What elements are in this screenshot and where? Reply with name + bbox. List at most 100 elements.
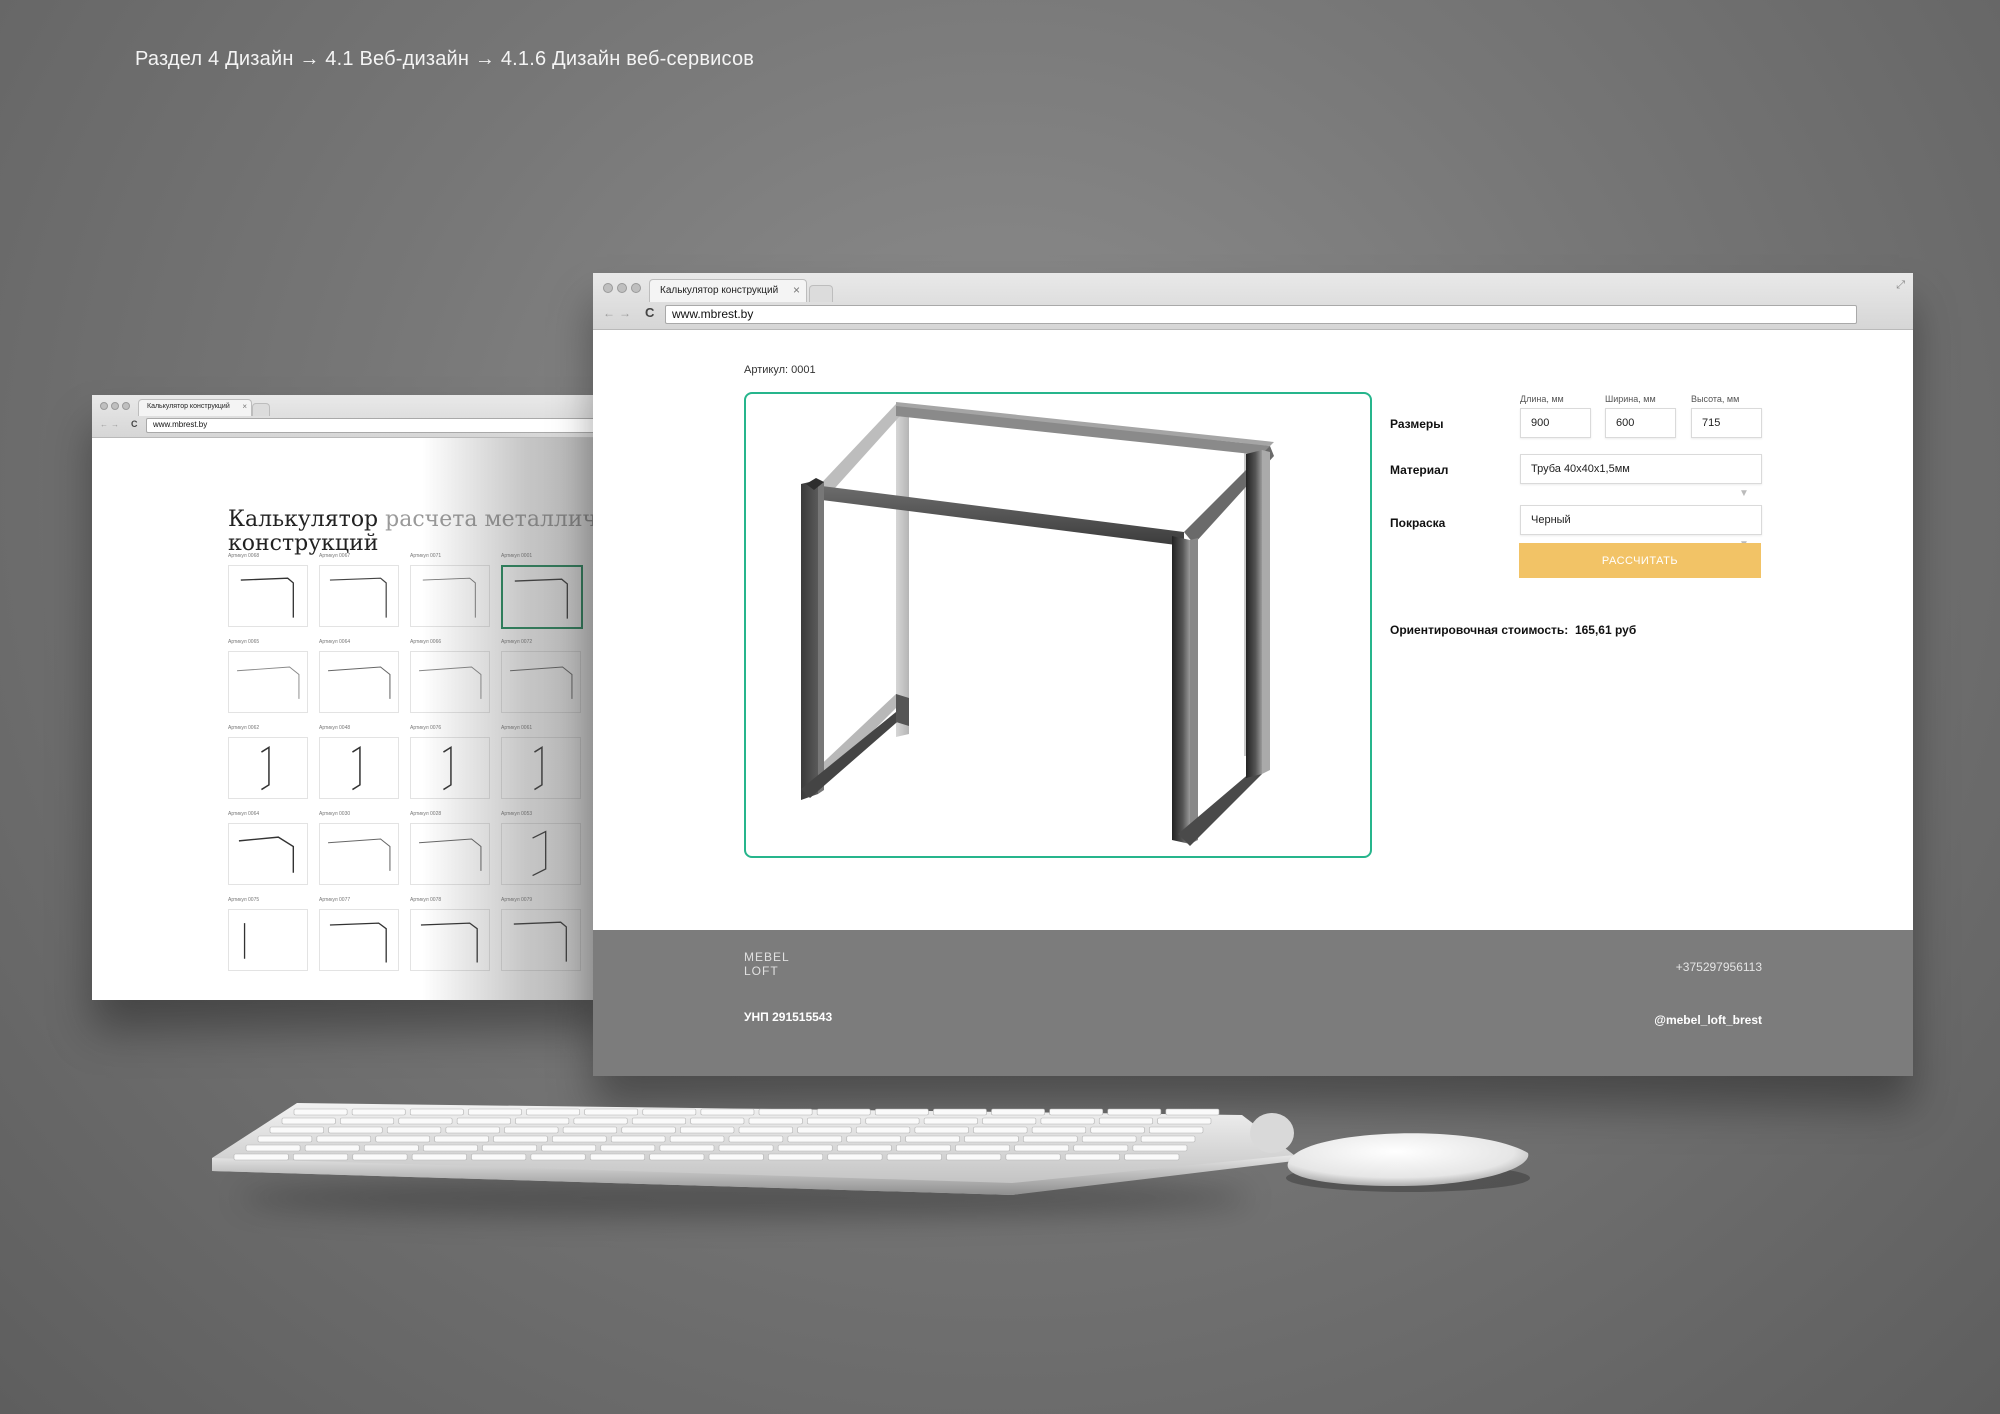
close-tab-icon[interactable]: × xyxy=(793,283,800,297)
product-thumbnail[interactable]: Артикул 0068 xyxy=(228,553,308,635)
fullscreen-icon[interactable]: ⤢ xyxy=(1896,279,1905,292)
product-image[interactable] xyxy=(501,565,583,629)
product-thumbnail[interactable]: Артикул 0072 xyxy=(501,639,581,721)
browser-tab[interactable]: Калькулятор конструкций × xyxy=(649,279,807,302)
product-thumbnail[interactable]: Артикул 0064 xyxy=(228,811,308,893)
keyboard-key xyxy=(1031,1126,1087,1134)
keyboard-key xyxy=(304,1144,360,1152)
keyboard-key xyxy=(659,1144,715,1152)
back-arrow-icon[interactable]: ← xyxy=(100,420,108,429)
product-thumbnail[interactable]: Артикул 0048 xyxy=(319,725,399,807)
site-logo[interactable]: MEBEL LOFT xyxy=(744,950,790,978)
product-image[interactable] xyxy=(319,651,399,713)
address-bar[interactable]: www.mbrest.by xyxy=(665,305,1857,324)
product-image[interactable] xyxy=(501,909,581,971)
close-window-button[interactable] xyxy=(603,283,613,293)
product-image[interactable] xyxy=(228,565,308,627)
keyboard-key xyxy=(233,1153,289,1161)
paint-select[interactable]: Черный xyxy=(1520,505,1762,535)
keyboard-key xyxy=(991,1108,1045,1116)
close-tab-icon[interactable]: × xyxy=(242,402,247,411)
keyboard-key xyxy=(874,1108,929,1116)
product-image[interactable] xyxy=(228,651,308,713)
new-tab-button[interactable] xyxy=(809,285,833,302)
product-image[interactable] xyxy=(319,909,399,971)
product-thumbnail[interactable]: Артикул 0053 xyxy=(501,811,581,893)
tab-title: Калькулятор конструкций xyxy=(660,285,779,296)
address-bar[interactable]: www.mbrest.by xyxy=(146,418,612,433)
back-arrow-icon[interactable]: ← xyxy=(603,306,615,320)
length-input[interactable]: 900 xyxy=(1520,408,1591,438)
keyboard-key xyxy=(600,1144,656,1152)
keyboard-key xyxy=(1090,1126,1145,1134)
keyboard-key xyxy=(1064,1153,1120,1161)
keyboard-key xyxy=(351,1108,406,1116)
maximize-window-button[interactable] xyxy=(122,402,130,410)
chevron-down-icon[interactable]: ▼ xyxy=(1739,488,1749,499)
minimize-window-button[interactable] xyxy=(111,402,119,410)
product-thumbnail[interactable]: Артикул 0076 xyxy=(410,725,490,807)
article-label: Артикул 0053 xyxy=(501,811,533,817)
product-thumbnail[interactable]: Артикул 0079 xyxy=(501,897,581,979)
keyboard-key xyxy=(1098,1117,1153,1125)
reload-icon[interactable]: C xyxy=(131,419,138,429)
material-select[interactable]: Труба 40х40х1,5мм xyxy=(1520,454,1762,484)
maximize-window-button[interactable] xyxy=(631,283,641,293)
product-image[interactable] xyxy=(319,565,399,627)
browser-tab[interactable]: Калькулятор конструкций × xyxy=(138,399,252,416)
product-image[interactable] xyxy=(410,565,490,627)
product-image[interactable] xyxy=(501,737,581,799)
product-image[interactable] xyxy=(319,823,399,885)
product-thumbnail[interactable]: Артикул 0064 xyxy=(319,639,399,721)
keyboard-key xyxy=(855,1126,911,1134)
product-thumbnail[interactable]: Артикул 0075 xyxy=(228,897,308,979)
product-thumbnail[interactable]: Артикул 0065 xyxy=(228,639,308,721)
product-image[interactable] xyxy=(410,909,490,971)
minimize-window-button[interactable] xyxy=(617,283,627,293)
product-thumbnail[interactable]: Артикул 0030 xyxy=(319,811,399,893)
calculate-button[interactable]: РАССЧИТАТЬ xyxy=(1519,543,1761,578)
instagram-link[interactable]: @mebel_loft_brest xyxy=(1654,1013,1762,1027)
keyboard-key xyxy=(631,1117,686,1125)
keyboard-key xyxy=(649,1153,705,1161)
keyboard-key xyxy=(700,1108,755,1116)
product-image[interactable] xyxy=(228,909,308,971)
keyboard-key xyxy=(456,1117,511,1125)
product-image[interactable] xyxy=(501,823,581,885)
keyboard-key xyxy=(1107,1108,1162,1116)
estimate: Ориентировочная стоимость: 165,61 руб xyxy=(1390,623,1636,637)
keyboard-key xyxy=(434,1135,489,1143)
product-image[interactable] xyxy=(501,651,581,713)
keyboard-key xyxy=(530,1153,586,1161)
product-thumbnail[interactable]: Артикул 0028 xyxy=(410,811,490,893)
product-thumbnail[interactable]: Артикул 0001 xyxy=(501,553,583,635)
reload-icon[interactable]: C xyxy=(645,305,654,320)
product-thumbnail[interactable]: Артикул 0062 xyxy=(228,725,308,807)
height-input[interactable]: 715 xyxy=(1691,408,1762,438)
product-image[interactable] xyxy=(228,823,308,885)
product-thumbnail[interactable]: Артикул 0078 xyxy=(410,897,490,979)
product-thumbnail[interactable]: Артикул 0071 xyxy=(410,553,490,635)
product-thumbnail[interactable]: Артикул 0066 xyxy=(410,639,490,721)
new-tab-button[interactable] xyxy=(252,403,270,416)
keyboard-key xyxy=(1081,1135,1137,1143)
width-input[interactable]: 600 xyxy=(1605,408,1676,438)
forward-arrow-icon[interactable]: → xyxy=(619,306,631,320)
phone-link[interactable]: +375297956113 xyxy=(1676,960,1762,974)
product-thumbnail[interactable]: Артикул 0067 xyxy=(319,553,399,635)
product-image[interactable] xyxy=(410,651,490,713)
product-image[interactable] xyxy=(228,737,308,799)
keyboard-key xyxy=(541,1144,597,1152)
forward-arrow-icon[interactable]: → xyxy=(111,420,119,429)
product-image[interactable] xyxy=(410,737,490,799)
product-image[interactable] xyxy=(319,737,399,799)
product-image[interactable] xyxy=(410,823,490,885)
keyboard-key xyxy=(982,1117,1037,1125)
keyboard-key xyxy=(1132,1144,1188,1152)
product-thumbnail[interactable]: Артикул 0077 xyxy=(319,897,399,979)
keyboard-key xyxy=(896,1144,951,1152)
product-thumbnail[interactable]: Артикул 0061 xyxy=(501,725,581,807)
keyboard-key xyxy=(1149,1126,1204,1134)
close-window-button[interactable] xyxy=(100,402,108,410)
article-label: Артикул 0067 xyxy=(319,553,351,559)
